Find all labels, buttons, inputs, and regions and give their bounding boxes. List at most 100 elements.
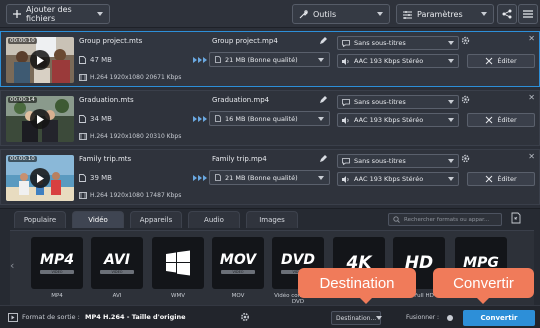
file-size: 34 MB xyxy=(90,115,112,123)
video-thumbnail[interactable]: 00:00:14 xyxy=(6,96,74,142)
chevron-down-icon xyxy=(318,175,324,180)
gear-icon[interactable] xyxy=(461,95,470,104)
file-icon xyxy=(215,56,221,63)
audio-select[interactable]: AAC 193 Kbps Stéréo xyxy=(337,54,459,68)
edit-button[interactable]: Éditer xyxy=(467,113,535,127)
merge-toggle[interactable] xyxy=(447,315,453,321)
format-mov-logo: MOV xyxy=(219,252,257,268)
video-thumbnail[interactable]: 00:00:10 xyxy=(6,155,74,201)
rename-pencil-icon[interactable] xyxy=(319,36,328,45)
speaker-icon xyxy=(342,116,350,124)
file-info: H.264 1920x1080 17487 Kbps xyxy=(90,192,182,199)
format-wmv[interactable] xyxy=(152,237,204,289)
tools-icon xyxy=(299,9,308,19)
output-size-label: 16 MB (Bonne qualité) xyxy=(225,114,298,123)
chevron-down-icon xyxy=(448,59,454,63)
settings-icon xyxy=(403,10,412,19)
output-format-label: Format de sortie : xyxy=(22,313,80,321)
format-mp4-logo: MP4 xyxy=(40,252,74,268)
close-icon[interactable]: ✕ xyxy=(528,93,535,102)
format-mp4-bar: VIDEO xyxy=(40,270,74,274)
tab-audio[interactable]: Audio xyxy=(188,211,240,228)
tab-populaire[interactable]: Populaire xyxy=(14,211,66,228)
arrow-right-icon xyxy=(193,174,207,182)
chevron-down-icon xyxy=(318,116,324,121)
file-row[interactable]: 00:00:10 Family trip.mts 39 MB H.264 192… xyxy=(0,149,540,205)
file-row[interactable]: 00:00:14 Graduation.mts 34 MB H.264 1920… xyxy=(0,90,540,146)
menu-button[interactable] xyxy=(518,4,538,24)
settings-label: Paramètres xyxy=(417,9,463,19)
chevron-down-icon xyxy=(481,12,487,16)
format-wmv-label: WMV xyxy=(171,293,185,299)
add-files-button[interactable]: Ajouter des fichiers xyxy=(6,4,110,24)
edit-button[interactable]: Éditer xyxy=(467,54,535,68)
output-name: Family trip.mp4 xyxy=(212,155,267,163)
file-row[interactable]: 00:00:10 Group project.mts 47 MB H.264 1… xyxy=(0,31,540,87)
gear-icon[interactable] xyxy=(240,312,250,322)
chevron-down-icon xyxy=(448,177,454,181)
subtitles-select[interactable]: Sans sous-titres xyxy=(337,95,459,109)
share-icon xyxy=(502,9,512,19)
gear-icon[interactable] xyxy=(461,36,470,45)
file-icon xyxy=(79,56,86,64)
format-search-input[interactable]: Rechercher formats ou appar... xyxy=(388,213,502,226)
video-thumbnail[interactable]: 00:00:10 xyxy=(6,37,74,83)
tab-images[interactable]: Images xyxy=(246,211,298,228)
subtitles-select[interactable]: Sans sous-titres xyxy=(337,36,459,50)
speaker-icon xyxy=(342,57,350,65)
format-avi[interactable]: AVI VIDEO xyxy=(91,237,143,289)
arrow-right-icon xyxy=(193,56,207,64)
speaker-icon xyxy=(342,175,350,183)
format-mov-bar: VIDEO xyxy=(221,270,255,274)
edit-button[interactable]: Éditer xyxy=(467,172,535,186)
subtitles-label: Sans sous-titres xyxy=(354,98,406,106)
file-name: Family trip.mts xyxy=(79,155,132,163)
output-size-select[interactable]: 21 MB (Bonne qualité) xyxy=(209,52,330,67)
file-icon xyxy=(215,174,221,181)
main-toolbar: Ajouter des fichiers Outils Paramètres xyxy=(0,0,540,28)
tab-video[interactable]: Vidéo xyxy=(72,211,124,228)
audio-select[interactable]: AAC 193 Kbps Stéréo xyxy=(337,172,459,186)
play-icon[interactable] xyxy=(30,168,50,188)
export-icon[interactable] xyxy=(510,212,522,224)
output-format-value[interactable]: MP4 H.264 - Taille d'origine xyxy=(85,313,186,321)
tab-appareils[interactable]: Appareils xyxy=(130,211,182,228)
output-size-select[interactable]: 21 MB (Bonne qualité) xyxy=(209,170,330,185)
output-size-select[interactable]: 16 MB (Bonne qualité) xyxy=(209,111,330,126)
destination-select[interactable]: Destination... xyxy=(331,311,383,325)
film-icon xyxy=(79,192,87,199)
output-size-label: 21 MB (Bonne qualité) xyxy=(225,173,298,182)
subtitles-label: Sans sous-titres xyxy=(354,39,406,47)
chevron-down-icon xyxy=(448,41,454,45)
destination-label: Destination... xyxy=(336,314,377,322)
chevron-down-icon xyxy=(318,57,324,62)
convert-button[interactable]: Convertir xyxy=(463,310,535,326)
play-icon[interactable] xyxy=(30,109,50,129)
destination-callout: Destination xyxy=(298,268,416,304)
callout-pointer xyxy=(477,298,489,304)
format-mp4[interactable]: MP4 VIDEO xyxy=(31,237,83,289)
duration-label: 00:00:10 xyxy=(8,156,37,162)
scissors-icon xyxy=(485,57,493,65)
subtitles-select[interactable]: Sans sous-titres xyxy=(337,154,459,168)
tools-button[interactable]: Outils xyxy=(292,4,390,24)
rename-pencil-icon[interactable] xyxy=(319,95,328,104)
file-icon xyxy=(79,115,86,123)
file-name: Group project.mts xyxy=(79,37,143,45)
subtitles-icon xyxy=(342,98,350,106)
chevron-left-icon[interactable]: ‹ xyxy=(10,259,14,272)
share-button[interactable] xyxy=(497,4,517,24)
settings-button[interactable]: Paramètres xyxy=(396,4,494,24)
format-mov-label: MOV xyxy=(231,293,245,299)
audio-select[interactable]: AAC 193 Kbps Stéréo xyxy=(337,113,459,127)
file-info: H.264 1920x1080 20671 Kbps xyxy=(90,74,182,81)
close-icon[interactable]: ✕ xyxy=(528,34,535,43)
close-icon[interactable]: ✕ xyxy=(528,152,535,161)
film-icon xyxy=(79,74,87,81)
gear-icon[interactable] xyxy=(461,154,470,163)
menu-icon xyxy=(523,9,533,19)
rename-pencil-icon[interactable] xyxy=(319,154,328,163)
format-mov[interactable]: MOV VIDEO xyxy=(212,237,264,289)
play-icon[interactable] xyxy=(30,50,50,70)
search-icon xyxy=(393,216,400,223)
